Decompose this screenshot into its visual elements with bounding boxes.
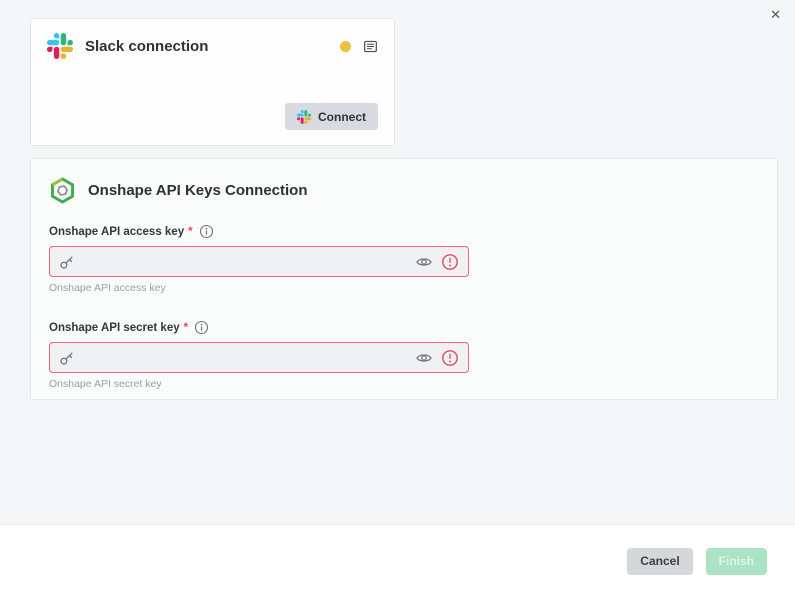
- connect-button-label: Connect: [318, 109, 366, 124]
- access-key-input-wrap: [49, 246, 469, 277]
- access-key-field-group: Onshape API access key * Onshape API acc…: [49, 224, 759, 294]
- access-key-input[interactable]: [84, 254, 407, 269]
- onshape-api-keys-card: Onshape API Keys Connection Onshape API …: [30, 158, 778, 400]
- close-icon[interactable]: ✕: [770, 8, 781, 21]
- access-key-required-mark: *: [188, 225, 193, 238]
- secret-key-helper-text: Onshape API secret key: [49, 378, 162, 390]
- eye-icon[interactable]: [415, 253, 433, 271]
- finish-button[interactable]: Finish: [705, 547, 767, 575]
- cancel-button[interactable]: Cancel: [627, 547, 693, 575]
- status-dot-icon: [340, 40, 351, 52]
- access-key-label: Onshape API access key: [49, 225, 185, 238]
- secret-key-required-mark: *: [183, 321, 189, 334]
- slack-logo-icon: [47, 33, 73, 59]
- error-icon: [441, 349, 459, 367]
- secret-key-label: Onshape API secret key: [49, 321, 180, 334]
- key-icon: [59, 349, 76, 366]
- slack-card-title: Slack connection: [85, 37, 209, 55]
- slack-connection-card: Slack connection Connect: [30, 18, 395, 146]
- secret-key-input-wrap: [49, 342, 469, 373]
- onshape-card-header: Onshape API Keys Connection: [49, 177, 759, 204]
- info-icon[interactable]: [199, 224, 214, 239]
- access-key-helper-text: Onshape API access key: [49, 282, 166, 294]
- onshape-card-title: Onshape API Keys Connection: [88, 182, 308, 199]
- dialog-footer: Cancel Finish: [0, 524, 795, 597]
- error-icon: [441, 253, 459, 271]
- info-icon[interactable]: [194, 320, 209, 335]
- details-icon[interactable]: [363, 39, 378, 54]
- key-icon: [59, 253, 76, 270]
- slack-card-header: Slack connection: [31, 19, 394, 59]
- onshape-logo-icon: [49, 177, 76, 204]
- eye-icon[interactable]: [415, 349, 433, 367]
- slack-logo-small-icon: [297, 109, 311, 124]
- secret-key-input[interactable]: [84, 350, 407, 365]
- connect-button[interactable]: Connect: [285, 103, 378, 130]
- secret-key-field-group: Onshape API secret key * Onshape API sec…: [49, 320, 759, 390]
